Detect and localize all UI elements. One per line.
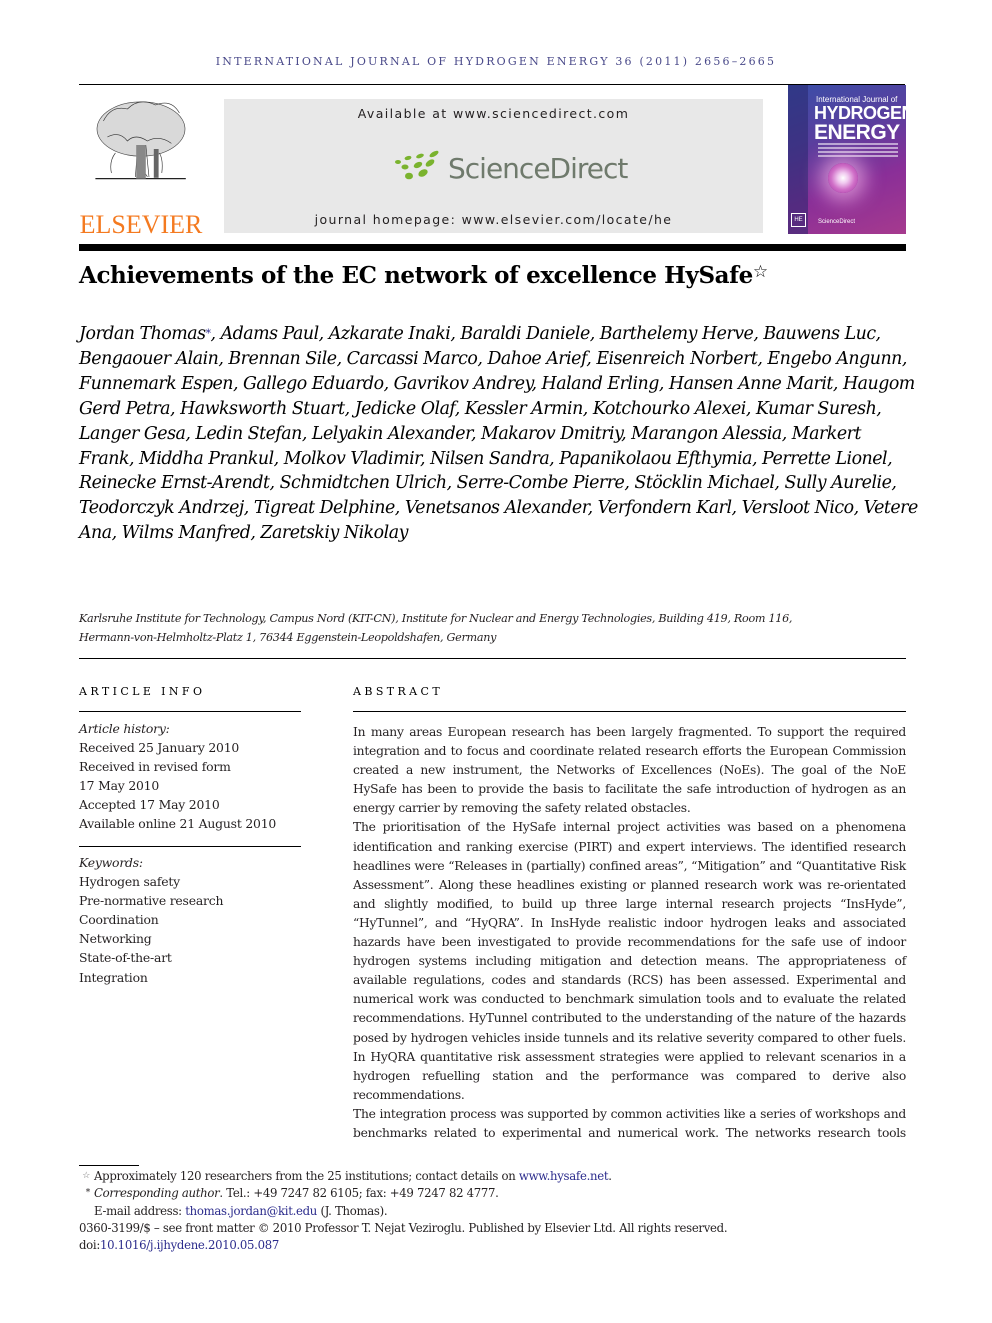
footnote-asterisk-icon: * xyxy=(85,1188,91,1199)
running-head: INTERNATIONAL JOURNAL OF HYDROGEN ENERGY… xyxy=(215,55,777,68)
doi-label: doi: xyxy=(79,1238,100,1253)
keyword-item: Integration xyxy=(79,969,148,985)
article-info-rule-top xyxy=(79,711,301,712)
abstract-rule xyxy=(353,711,906,712)
cover-editor-lines xyxy=(818,143,898,159)
keyword-item: State-of-the-art xyxy=(79,950,172,966)
journal-homepage-text[interactable]: journal homepage: www.elsevier.com/locat… xyxy=(224,212,763,227)
article-title-text: Achievements of the EC network of excell… xyxy=(79,262,753,289)
keyword-item: Pre-normative research xyxy=(79,893,224,909)
first-author: Jordan Thomas xyxy=(79,324,206,344)
keyword-item: Hydrogen safety xyxy=(79,874,180,890)
history-item: Accepted 17 May 2010 xyxy=(79,797,220,813)
cover-badge: HE xyxy=(791,213,806,227)
footnote-email: E-mail address: thomas.jordan@kit.edu (J… xyxy=(79,1203,909,1220)
doi-link[interactable]: 10.1016/j.ijhydene.2010.05.087 xyxy=(100,1238,279,1252)
keywords-label: Keywords: xyxy=(79,855,143,870)
footnote-star-icon: ☆ xyxy=(82,1171,90,1181)
cover-orb-graphic xyxy=(828,163,858,193)
footnote-star-text: Approximately 120 researchers from the 2… xyxy=(94,1169,519,1183)
history-item: Received 25 January 2010 xyxy=(79,740,240,756)
sciencedirect-logo-text: ScienceDirect xyxy=(448,151,628,185)
elsevier-tree-logo xyxy=(95,101,186,180)
abstract-paragraph: In many areas European research has been… xyxy=(353,725,906,816)
footnote-corresponding: * Corresponding author. Tel.: +49 7247 82… xyxy=(79,1185,909,1202)
other-authors: , Adams Paul, Azkarate Inaki, Baraldi Da… xyxy=(79,324,918,544)
history-item: Received in revised form xyxy=(79,759,231,775)
sciencedirect-dots-icon xyxy=(395,150,439,180)
email-after: (J. Thomas). xyxy=(317,1203,388,1218)
keyword-item: Networking xyxy=(79,931,152,947)
footnote-star-end: . xyxy=(608,1169,612,1183)
article-title: Achievements of the EC network of excell… xyxy=(79,262,768,289)
author-list: Jordan Thomas*, Adams Paul, Azkarate Ina… xyxy=(79,322,919,546)
contact-numbers: . Tel.: +49 7247 82 6105; fax: +49 7247 … xyxy=(219,1186,499,1201)
cover-title-line3: ENERGY xyxy=(814,121,900,144)
footnote-star: ☆ Approximately 120 researchers from the … xyxy=(79,1168,909,1185)
top-rule xyxy=(79,84,905,85)
keyword-item: Coordination xyxy=(79,912,159,928)
elsevier-wordmark: ELSEVIER xyxy=(79,210,203,239)
abstract-body: In many areas European research has been… xyxy=(353,723,906,1143)
history-item: 17 May 2010 xyxy=(79,778,160,794)
cover-side-strip xyxy=(788,85,808,234)
hysafe-link[interactable]: www.hysafe.net xyxy=(519,1169,609,1183)
journal-cover-image: International Journal of HYDROGEN ENERGY… xyxy=(788,85,906,234)
affiliation: Karlsruhe Institute for Technology, Camp… xyxy=(79,609,909,647)
article-info-heading: ARTICLE INFO xyxy=(79,685,206,698)
affiliation-line2: Hermann-von-Helmholtz-Platz 1, 76344 Egg… xyxy=(79,631,497,644)
abstract-heading: ABSTRACT xyxy=(353,685,444,698)
keywords: Keywords: Hydrogen safety Pre-normative … xyxy=(79,853,223,987)
available-at-text[interactable]: Available at www.sciencedirect.com xyxy=(224,106,763,121)
email-link[interactable]: thomas.jordan@kit.edu xyxy=(185,1204,317,1218)
section-divider xyxy=(79,658,906,659)
cover-footer-text: ScienceDirect xyxy=(818,219,856,225)
abstract-paragraph: The prioritisation of the HySafe interna… xyxy=(353,820,906,1102)
sciencedirect-logo[interactable]: ScienceDirect xyxy=(392,150,628,186)
footnote-rule xyxy=(79,1165,139,1166)
history-item: Available online 21 August 2010 xyxy=(79,816,277,832)
corresponding-author-label: Corresponding author xyxy=(94,1186,220,1201)
doi-line: doi:10.1016/j.ijhydene.2010.05.087 xyxy=(79,1237,909,1254)
abstract-paragraph: The integration process was supported by… xyxy=(353,1106,906,1140)
article-info-rule-mid xyxy=(79,846,301,847)
article-history-label: Article history: xyxy=(79,721,170,736)
email-label: E-mail address: xyxy=(94,1203,186,1218)
affiliation-line1: Karlsruhe Institute for Technology, Camp… xyxy=(79,612,793,625)
article-history: Article history: Received 25 January 201… xyxy=(79,719,276,834)
header-thick-rule xyxy=(79,244,906,251)
copyright-line: 0360-3199/$ – see front matter © 2010 Pr… xyxy=(79,1220,728,1235)
title-footnote-star-icon[interactable]: ☆ xyxy=(753,262,768,282)
footnotes: ☆ Approximately 120 researchers from the … xyxy=(79,1168,909,1254)
